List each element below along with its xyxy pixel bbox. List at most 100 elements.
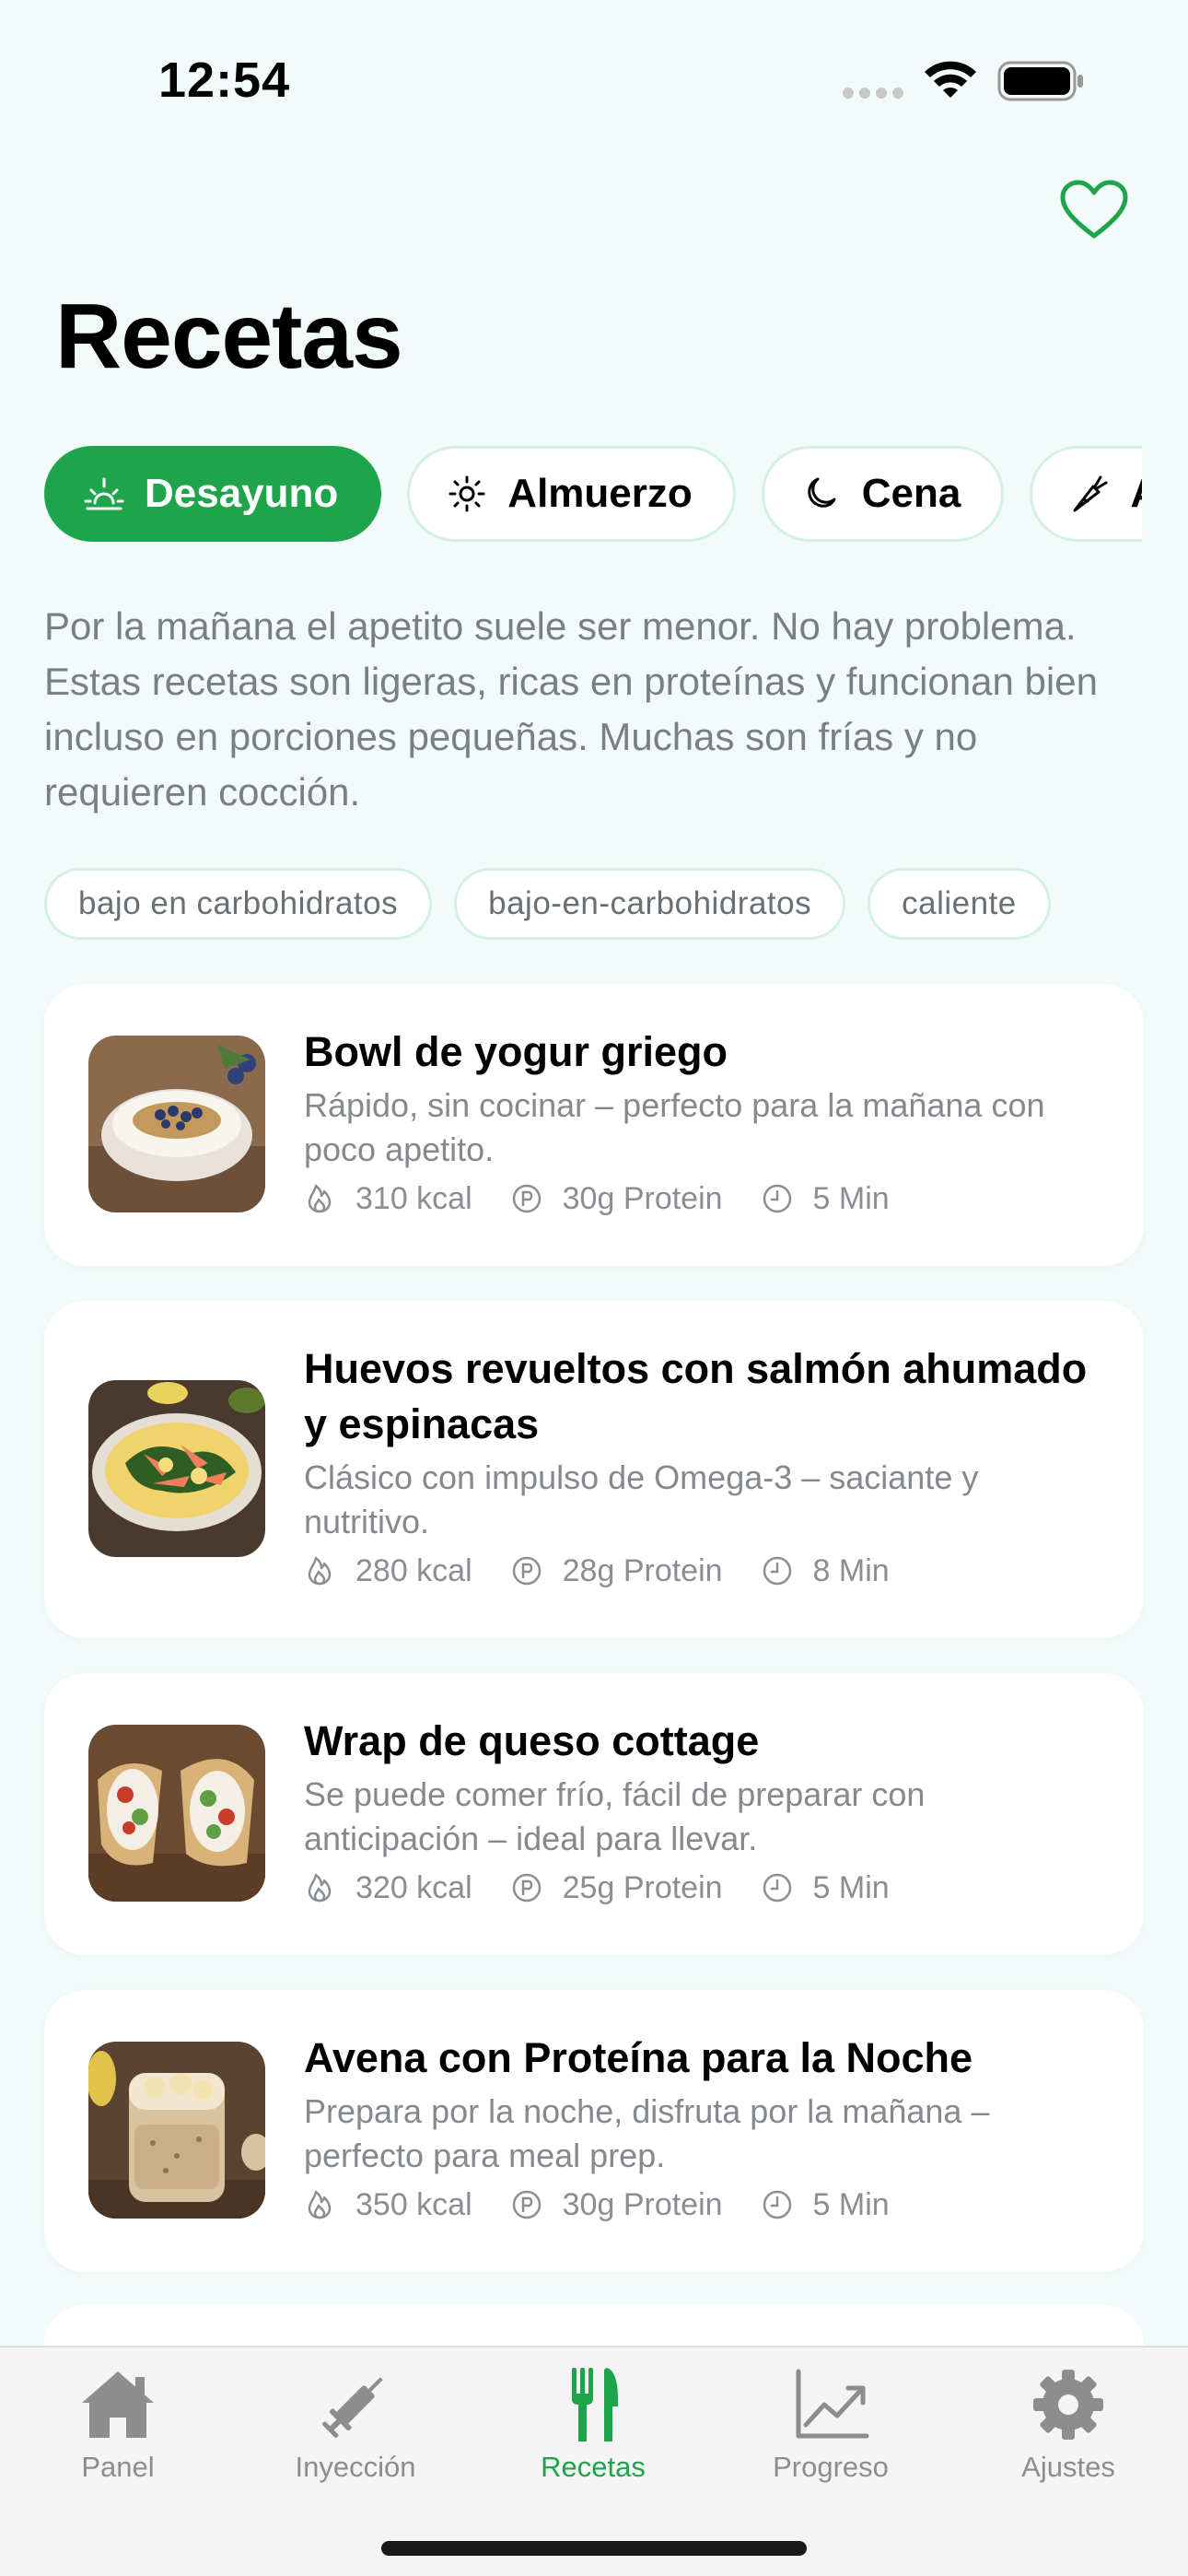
recipe-calories-value: 320 kcal: [355, 1869, 472, 1905]
recipe-time: 5 Min: [762, 1181, 890, 1217]
tag-chip[interactable]: bajo-en-carbohidratos: [454, 868, 846, 940]
category-label: Desayuno: [145, 471, 339, 516]
category-chip-cena[interactable]: Cena: [761, 446, 1005, 542]
recipe-calories-value: 310 kcal: [355, 1180, 472, 1216]
recipe-calories: 350 kcal: [304, 2187, 472, 2223]
recipe-meta: 320 kcal 25g Protein 5 Min: [304, 1865, 1096, 1911]
recipe-meta: 350 kcal 30g Protein 5 Min: [304, 2182, 1096, 2228]
recipe-title: Avena con Proteína para la Noche: [304, 2034, 973, 2081]
tab-inyeccion[interactable]: Inyección: [254, 2366, 457, 2484]
recipe-protein-value: 30g Protein: [562, 1180, 723, 1216]
clock-icon: [763, 1556, 791, 1586]
wifi-icon: [925, 61, 976, 98]
recipe-time: 5 Min: [762, 1870, 890, 1906]
flame-icon: [308, 1184, 332, 1213]
sunrise-icon: [84, 477, 124, 510]
recipe-protein: 30g Protein: [511, 1181, 723, 1217]
tab-label: Recetas: [541, 2451, 646, 2483]
recipe-content: Wrap de queso cottage Se puede comer frí…: [304, 1714, 1096, 1911]
tab-label: Panel: [81, 2451, 155, 2483]
home-indicator[interactable]: [381, 2541, 807, 2556]
clock-icon: [763, 1873, 791, 1903]
chart-icon: [796, 2369, 869, 2439]
protein-icon: [512, 2190, 541, 2219]
recipe-meta: 310 kcal 30g Protein 5 Min: [304, 1176, 1096, 1222]
category-description: Por la mañana el apetito suele ser menor…: [44, 604, 1098, 814]
status-time: 12:54: [158, 53, 291, 108]
recipe-calories-value: 350 kcal: [355, 2186, 472, 2222]
flame-icon: [308, 1556, 332, 1586]
fork-knife-icon: [572, 2368, 618, 2441]
recipe-time-value: 8 Min: [812, 1552, 890, 1588]
recipe-title: Wrap de queso cottage: [304, 1717, 760, 1764]
tab-ajustes[interactable]: Ajustes: [967, 2366, 1170, 2484]
category-label: Almuerzo: [507, 471, 693, 516]
recipe-card[interactable]: Wrap de queso cottage Se puede comer frí…: [44, 1673, 1144, 1955]
recipe-image-overnight-oats: [88, 2042, 265, 2219]
recipe-image-yogurt-bowl: [88, 1036, 265, 1212]
recipe-protein: 28g Protein: [511, 1553, 723, 1589]
sun-icon: [448, 475, 485, 512]
recipe-time-value: 5 Min: [812, 1180, 890, 1216]
tab-label: Inyección: [295, 2451, 416, 2483]
flame-icon: [308, 1873, 332, 1903]
recipe-image-scrambled-eggs: [88, 1380, 265, 1557]
recipe-protein: 30g Protein: [511, 2187, 723, 2223]
flame-icon: [308, 2190, 332, 2219]
recipe-title: Bowl de yogur griego: [304, 1028, 728, 1075]
gear-icon: [1033, 2370, 1103, 2440]
protein-icon: [512, 1184, 541, 1213]
recipe-description: Clásico con impulso de Omega-3 – saciant…: [304, 1458, 979, 1540]
recipe-calories: 310 kcal: [304, 1181, 472, 1217]
category-selector: Desayuno Almuerzo Cena A: [44, 446, 1142, 544]
recipe-content: Avena con Proteína para la Noche Prepara…: [304, 2031, 1096, 2228]
clock-icon: [763, 2190, 791, 2219]
category-label: A: [1130, 471, 1142, 517]
recipe-description: Rápido, sin cocinar – perfecto para la m…: [304, 1086, 1045, 1168]
tab-panel[interactable]: Panel: [17, 2366, 219, 2484]
recipe-card[interactable]: Bowl de yogur griego Rápido, sin cocinar…: [44, 984, 1144, 1266]
tag-filter-list: bajo en carbohidratos bajo-en-carbohidra…: [44, 868, 1051, 940]
recipe-protein-value: 28g Protein: [562, 1552, 723, 1588]
recipe-time: 5 Min: [762, 2187, 890, 2223]
tab-recetas[interactable]: Recetas: [492, 2366, 694, 2484]
page-title: Recetas: [55, 285, 403, 388]
tag-chip[interactable]: bajo en carbohidratos: [44, 868, 433, 940]
recipe-content: Huevos revueltos con salmón ahumado y es…: [304, 1341, 1096, 1594]
category-label: Cena: [861, 471, 961, 516]
protein-icon: [512, 1873, 541, 1903]
clock-icon: [763, 1184, 791, 1213]
heart-icon: [1060, 180, 1128, 239]
recipe-card[interactable]: Huevos revueltos con salmón ahumado y es…: [44, 1301, 1144, 1638]
recipe-content: Bowl de yogur griego Rápido, sin cocinar…: [304, 1025, 1096, 1222]
recipe-time-value: 5 Min: [812, 1869, 890, 1905]
recipe-calories: 320 kcal: [304, 1870, 472, 1906]
syringe-icon: [322, 2377, 383, 2438]
recipe-description: Prepara por la noche, disfruta por la ma…: [304, 2092, 990, 2174]
recipe-calories-value: 280 kcal: [355, 1552, 472, 1588]
favorites-button[interactable]: [1059, 179, 1129, 241]
tab-label: Ajustes: [1021, 2451, 1115, 2483]
battery-icon: [997, 61, 1083, 101]
tab-label: Progreso: [773, 2451, 889, 2483]
tab-progreso[interactable]: Progreso: [729, 2366, 932, 2484]
recipe-image-cottage-wrap: [88, 1725, 265, 1902]
cellular-signal-icon: [843, 88, 903, 99]
carrot-icon: [1073, 475, 1108, 512]
recipe-calories: 280 kcal: [304, 1553, 472, 1589]
recipe-time-value: 5 Min: [812, 2186, 890, 2222]
category-chip-almuerzo[interactable]: Almuerzo: [407, 446, 736, 542]
recipe-card[interactable]: Avena con Proteína para la Noche Prepara…: [44, 1990, 1144, 2272]
recipe-protein: 25g Protein: [511, 1870, 723, 1906]
recipe-description: Se puede comer frío, fácil de preparar c…: [304, 1775, 926, 1857]
category-chip-snack[interactable]: A: [1030, 446, 1142, 542]
recipe-protein-value: 30g Protein: [562, 2186, 723, 2222]
recipe-meta: 280 kcal 28g Protein 8 Min: [304, 1548, 1096, 1594]
recipe-protein-value: 25g Protein: [562, 1869, 723, 1905]
recipe-time: 8 Min: [762, 1553, 890, 1589]
moon-icon: [808, 477, 836, 508]
category-chip-desayuno[interactable]: Desayuno: [44, 446, 382, 542]
protein-icon: [512, 1556, 541, 1586]
status-bar: 12:54: [0, 0, 1188, 147]
tag-chip[interactable]: caliente: [868, 868, 1051, 940]
